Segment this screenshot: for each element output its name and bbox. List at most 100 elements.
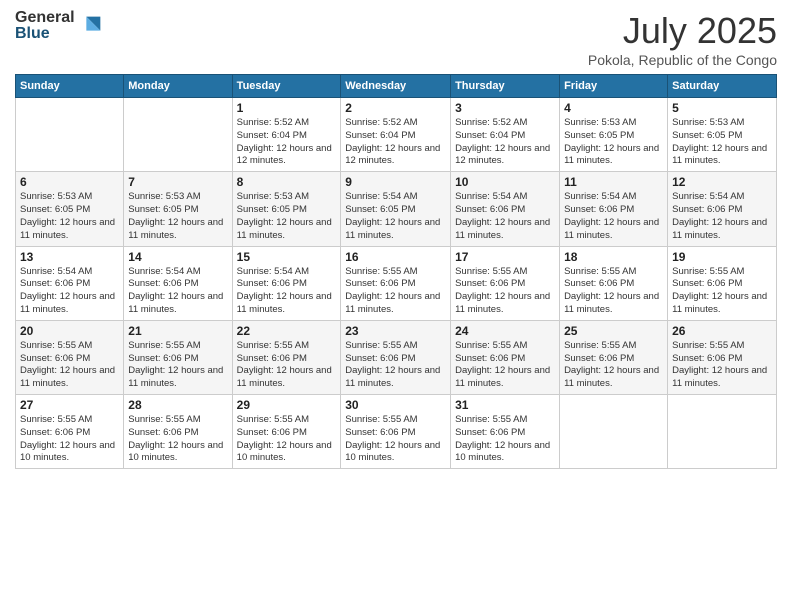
day-info: Sunrise: 5:55 AM Sunset: 6:06 PM Dayligh…: [237, 340, 337, 391]
calendar-week-row: 1 Sunrise: 5:52 AM Sunset: 6:04 PM Daylig…: [16, 98, 777, 172]
calendar-cell: 29 Sunrise: 5:55 AM Sunset: 6:06 PM Dayli…: [232, 395, 341, 469]
day-info: Sunrise: 5:55 AM Sunset: 6:06 PM Dayligh…: [455, 266, 555, 317]
calendar-cell: 16Sunrise: 5:55 AM Sunset: 6:06 PM Dayli…: [341, 246, 451, 320]
location: Pokola, Republic of the Congo: [588, 52, 777, 68]
calendar-cell: [560, 395, 668, 469]
day-number: 5: [672, 101, 772, 115]
day-info: Sunrise: 5:55 AM Sunset: 6:06 PM Dayligh…: [237, 414, 337, 465]
day-info: Sunrise: 5:53 AM Sunset: 6:05 PM Dayligh…: [564, 117, 663, 168]
calendar-day-header: Monday: [124, 75, 232, 98]
logo-general: General: [15, 10, 75, 26]
calendar-cell: 3Sunrise: 5:52 AM Sunset: 6:04 PM Daylig…: [451, 98, 560, 172]
calendar-cell: 19 Sunrise: 5:55 AM Sunset: 6:06 PM Dayli…: [668, 246, 777, 320]
calendar-cell: 12Sunrise: 5:54 AM Sunset: 6:06 PM Dayli…: [668, 172, 777, 246]
calendar-cell: 15 Sunrise: 5:54 AM Sunset: 6:06 PM Dayli…: [232, 246, 341, 320]
calendar-cell: 4 Sunrise: 5:53 AM Sunset: 6:05 PM Daylig…: [560, 98, 668, 172]
day-number: 6: [20, 175, 119, 189]
day-info: Sunrise: 5:52 AM Sunset: 6:04 PM Dayligh…: [345, 117, 446, 168]
day-number: 7: [128, 175, 227, 189]
calendar-cell: [16, 98, 124, 172]
calendar-day-header: Thursday: [451, 75, 560, 98]
day-info: Sunrise: 5:55 AM Sunset: 6:06 PM Dayligh…: [672, 266, 772, 317]
day-info: Sunrise: 5:54 AM Sunset: 6:06 PM Dayligh…: [237, 266, 337, 317]
day-number: 31: [455, 398, 555, 412]
logo-text: General Blue: [15, 10, 75, 42]
calendar-cell: 22 Sunrise: 5:55 AM Sunset: 6:06 PM Dayli…: [232, 320, 341, 394]
calendar-cell: 31Sunrise: 5:55 AM Sunset: 6:06 PM Dayli…: [451, 395, 560, 469]
page: General Blue July 2025 Pokola, Republic …: [0, 0, 792, 612]
calendar-cell: 14Sunrise: 5:54 AM Sunset: 6:06 PM Dayli…: [124, 246, 232, 320]
calendar-cell: 10 Sunrise: 5:54 AM Sunset: 6:06 PM Dayli…: [451, 172, 560, 246]
calendar-cell: 13Sunrise: 5:54 AM Sunset: 6:06 PM Dayli…: [16, 246, 124, 320]
day-info: Sunrise: 5:55 AM Sunset: 6:06 PM Dayligh…: [128, 340, 227, 391]
day-info: Sunrise: 5:55 AM Sunset: 6:06 PM Dayligh…: [345, 414, 446, 465]
calendar-cell: 28 Sunrise: 5:55 AM Sunset: 6:06 PM Dayli…: [124, 395, 232, 469]
day-info: Sunrise: 5:55 AM Sunset: 6:06 PM Dayligh…: [564, 266, 663, 317]
calendar-cell: 5 Sunrise: 5:53 AM Sunset: 6:05 PM Daylig…: [668, 98, 777, 172]
day-info: Sunrise: 5:55 AM Sunset: 6:06 PM Dayligh…: [564, 340, 663, 391]
day-number: 23: [345, 324, 446, 338]
day-number: 13: [20, 250, 119, 264]
calendar-cell: 24Sunrise: 5:55 AM Sunset: 6:06 PM Dayli…: [451, 320, 560, 394]
day-info: Sunrise: 5:52 AM Sunset: 6:04 PM Dayligh…: [455, 117, 555, 168]
logo-blue: Blue: [15, 26, 75, 42]
day-info: Sunrise: 5:55 AM Sunset: 6:06 PM Dayligh…: [455, 340, 555, 391]
day-number: 8: [237, 175, 337, 189]
day-info: Sunrise: 5:55 AM Sunset: 6:06 PM Dayligh…: [128, 414, 227, 465]
day-number: 26: [672, 324, 772, 338]
day-info: Sunrise: 5:54 AM Sunset: 6:06 PM Dayligh…: [564, 191, 663, 242]
calendar-header-row: SundayMondayTuesdayWednesdayThursdayFrid…: [16, 75, 777, 98]
day-info: Sunrise: 5:55 AM Sunset: 6:06 PM Dayligh…: [20, 414, 119, 465]
day-number: 25: [564, 324, 663, 338]
day-number: 28: [128, 398, 227, 412]
day-number: 29: [237, 398, 337, 412]
calendar-week-row: 27 Sunrise: 5:55 AM Sunset: 6:06 PM Dayli…: [16, 395, 777, 469]
day-number: 17: [455, 250, 555, 264]
day-number: 15: [237, 250, 337, 264]
calendar-cell: 27 Sunrise: 5:55 AM Sunset: 6:06 PM Dayli…: [16, 395, 124, 469]
day-info: Sunrise: 5:54 AM Sunset: 6:06 PM Dayligh…: [128, 266, 227, 317]
calendar-cell: 6 Sunrise: 5:53 AM Sunset: 6:05 PM Daylig…: [16, 172, 124, 246]
day-info: Sunrise: 5:53 AM Sunset: 6:05 PM Dayligh…: [237, 191, 337, 242]
title-block: July 2025 Pokola, Republic of the Congo: [588, 10, 777, 68]
calendar-cell: 17 Sunrise: 5:55 AM Sunset: 6:06 PM Dayli…: [451, 246, 560, 320]
calendar-cell: 8 Sunrise: 5:53 AM Sunset: 6:05 PM Daylig…: [232, 172, 341, 246]
day-number: 2: [345, 101, 446, 115]
calendar-cell: 21Sunrise: 5:55 AM Sunset: 6:06 PM Dayli…: [124, 320, 232, 394]
calendar-cell: 26 Sunrise: 5:55 AM Sunset: 6:06 PM Dayli…: [668, 320, 777, 394]
calendar-table: SundayMondayTuesdayWednesdayThursdayFrid…: [15, 74, 777, 469]
day-info: Sunrise: 5:54 AM Sunset: 6:06 PM Dayligh…: [672, 191, 772, 242]
day-info: Sunrise: 5:53 AM Sunset: 6:05 PM Dayligh…: [672, 117, 772, 168]
day-info: Sunrise: 5:54 AM Sunset: 6:06 PM Dayligh…: [455, 191, 555, 242]
calendar-cell: 20Sunrise: 5:55 AM Sunset: 6:06 PM Dayli…: [16, 320, 124, 394]
calendar-cell: 25 Sunrise: 5:55 AM Sunset: 6:06 PM Dayli…: [560, 320, 668, 394]
calendar-week-row: 20Sunrise: 5:55 AM Sunset: 6:06 PM Dayli…: [16, 320, 777, 394]
day-info: Sunrise: 5:54 AM Sunset: 6:05 PM Dayligh…: [345, 191, 446, 242]
day-info: Sunrise: 5:55 AM Sunset: 6:06 PM Dayligh…: [672, 340, 772, 391]
day-number: 27: [20, 398, 119, 412]
calendar-cell: 11 Sunrise: 5:54 AM Sunset: 6:06 PM Dayli…: [560, 172, 668, 246]
calendar-cell: 2 Sunrise: 5:52 AM Sunset: 6:04 PM Daylig…: [341, 98, 451, 172]
calendar-cell: 9Sunrise: 5:54 AM Sunset: 6:05 PM Daylig…: [341, 172, 451, 246]
calendar-week-row: 13 Sunrise: 5:54 AM Sunset: 6:06 PM Dayli…: [16, 246, 777, 320]
calendar-cell: 1Sunrise: 5:52 AM Sunset: 6:04 PM Daylig…: [232, 98, 341, 172]
day-number: 10: [455, 175, 555, 189]
day-info: Sunrise: 5:55 AM Sunset: 6:06 PM Dayligh…: [345, 340, 446, 391]
day-info: Sunrise: 5:53 AM Sunset: 6:05 PM Dayligh…: [20, 191, 119, 242]
calendar-cell: [124, 98, 232, 172]
logo-icon: [77, 12, 105, 40]
day-number: 1: [237, 101, 337, 115]
calendar-day-header: Friday: [560, 75, 668, 98]
calendar-week-row: 6 Sunrise: 5:53 AM Sunset: 6:05 PM Daylig…: [16, 172, 777, 246]
day-number: 30: [345, 398, 446, 412]
day-number: 4: [564, 101, 663, 115]
day-number: 22: [237, 324, 337, 338]
calendar-day-header: Wednesday: [341, 75, 451, 98]
calendar-day-header: Saturday: [668, 75, 777, 98]
day-number: 19: [672, 250, 772, 264]
calendar-day-header: Sunday: [16, 75, 124, 98]
day-info: Sunrise: 5:55 AM Sunset: 6:06 PM Dayligh…: [20, 340, 119, 391]
day-number: 16: [345, 250, 446, 264]
calendar-day-header: Tuesday: [232, 75, 341, 98]
day-number: 11: [564, 175, 663, 189]
